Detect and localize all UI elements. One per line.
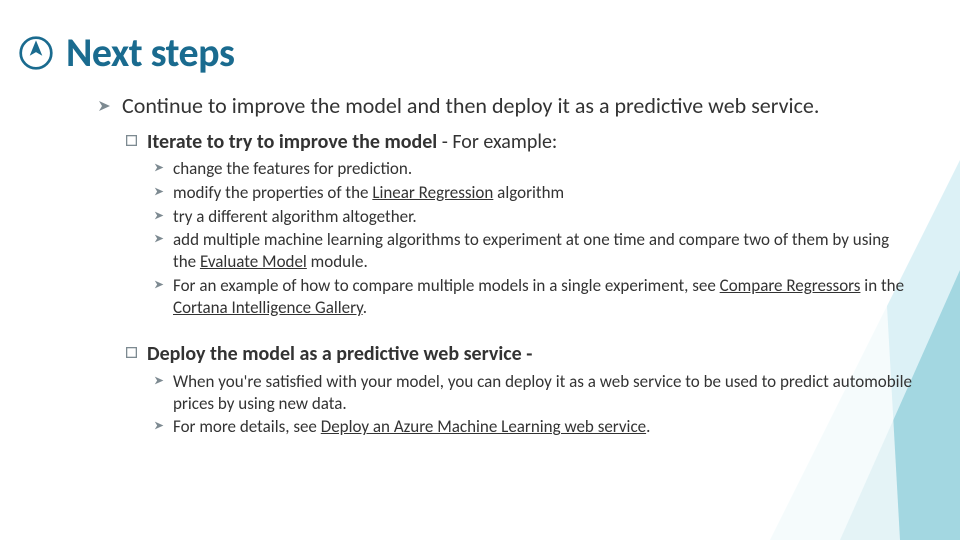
bullet-level2: Deploy the model as a predictive web ser… xyxy=(126,342,912,366)
link-evaluate-model[interactable]: Evaluate Model xyxy=(200,251,307,272)
arrow-bullet-icon xyxy=(154,233,165,244)
heading-bold: Deploy the model as a predictive web ser… xyxy=(147,342,532,366)
arrow-bullet-icon xyxy=(154,420,165,431)
link-cortana-gallery[interactable]: Cortana Intelligence Gallery xyxy=(173,297,363,318)
heading-bold: Iterate to try to improve the model xyxy=(147,130,437,154)
heading-tail: - For example: xyxy=(437,130,557,154)
page-title: Next steps xyxy=(66,28,234,77)
content-area: Continue to improve the model and then d… xyxy=(0,77,960,438)
bullet-text: modify the properties of the Linear Regr… xyxy=(173,182,564,204)
arrow-bullet-icon xyxy=(98,99,112,113)
arrow-bullet-icon xyxy=(154,210,165,221)
square-bullet-icon xyxy=(126,347,137,358)
bullet-text: try a different algorithm altogether. xyxy=(173,206,417,228)
arrow-bullet-icon xyxy=(154,186,165,197)
bullet-level1: Continue to improve the model and then d… xyxy=(98,93,912,120)
slide: Next steps Continue to improve the model… xyxy=(0,0,960,540)
arrow-bullet-icon xyxy=(154,375,165,386)
arrow-bullet-icon xyxy=(154,162,165,173)
bullet-text: Deploy the model as a predictive web ser… xyxy=(147,342,532,366)
square-bullet-icon xyxy=(126,135,137,146)
link-linear-regression[interactable]: Linear Regression xyxy=(372,182,493,203)
bullet-level3: modify the properties of the Linear Regr… xyxy=(154,182,912,204)
bullet-level3: For an example of how to compare multipl… xyxy=(154,275,912,319)
arrow-bullet-icon xyxy=(154,279,165,290)
bullet-text: For more details, see Deploy an Azure Ma… xyxy=(173,416,650,438)
link-compare-regressors[interactable]: Compare Regressors xyxy=(720,275,861,296)
bullet-level3: try a different algorithm altogether. xyxy=(154,206,912,228)
bullet-level3: For more details, see Deploy an Azure Ma… xyxy=(154,416,912,438)
compass-icon xyxy=(18,35,54,71)
bullet-text: Iterate to try to improve the model - Fo… xyxy=(147,130,557,154)
bullet-text: add multiple machine learning algorithms… xyxy=(173,229,912,273)
bullet-level2: Iterate to try to improve the model - Fo… xyxy=(126,130,912,154)
bullet-level3: When you're satisfied with your model, y… xyxy=(154,371,912,415)
link-deploy-web-service[interactable]: Deploy an Azure Machine Learning web ser… xyxy=(321,416,646,437)
bullet-text: Continue to improve the model and then d… xyxy=(122,93,819,120)
bullet-text: When you're satisfied with your model, y… xyxy=(173,371,912,415)
bullet-level3: change the features for prediction. xyxy=(154,158,912,180)
bullet-level3: add multiple machine learning algorithms… xyxy=(154,229,912,273)
bullet-text: For an example of how to compare multipl… xyxy=(173,275,912,319)
bullet-text: change the features for prediction. xyxy=(173,158,412,180)
